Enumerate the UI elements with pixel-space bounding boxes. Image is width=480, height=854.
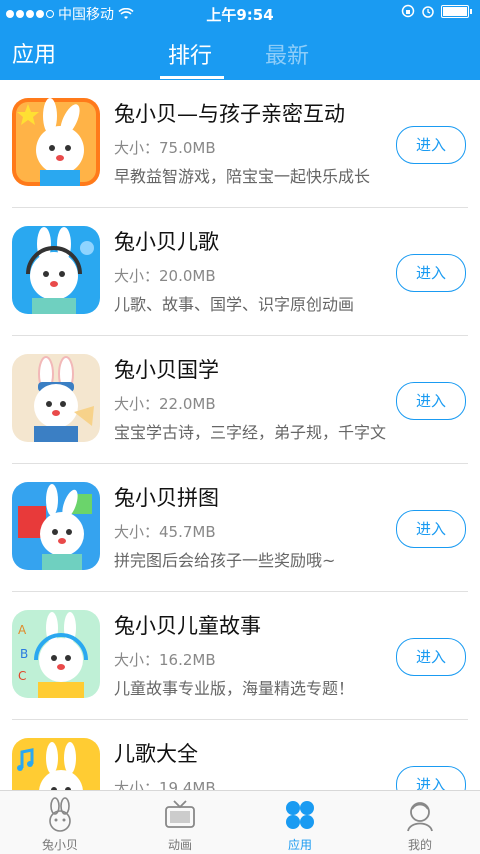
svg-text:B: B bbox=[20, 647, 28, 661]
app-size: 大小：45.7MB bbox=[114, 523, 216, 541]
active-tab-indicator bbox=[160, 76, 224, 79]
tab-label: 应用 bbox=[287, 838, 312, 852]
rabbit-story-icon: A B C bbox=[12, 610, 100, 698]
app-list[interactable]: 兔小贝—与孩子亲密互动 大小：75.0MB 早教益智游戏，陪宝宝一起快乐成长 进… bbox=[0, 80, 480, 790]
svg-text:C: C bbox=[18, 669, 26, 683]
rabbit-puzzle-icon bbox=[12, 482, 100, 570]
app-title: 儿歌大全 bbox=[114, 742, 198, 766]
rabbit-outline-icon bbox=[49, 797, 71, 832]
app-title: 兔小贝拼图 bbox=[114, 486, 219, 510]
tab-label: 动画 bbox=[167, 838, 192, 852]
app-size: 大小：22.0MB bbox=[114, 395, 216, 413]
rabbit-star-icon bbox=[12, 98, 100, 186]
tab-rank[interactable]: 排行 bbox=[168, 38, 212, 70]
rabbit-scholar-icon bbox=[12, 354, 100, 442]
app-description: 早教益智游戏，陪宝宝一起快乐成长 bbox=[114, 167, 371, 186]
rotation-lock-icon bbox=[401, 4, 415, 18]
rabbit-music-icon bbox=[12, 738, 100, 790]
apps-grid-icon bbox=[286, 801, 314, 829]
tv-icon bbox=[165, 800, 195, 828]
alarm-icon bbox=[422, 6, 434, 18]
list-item[interactable]: A B C 兔小贝儿童故事 大小：16.2MB 儿童故事专业版，海量精选专题！ … bbox=[0, 592, 480, 720]
battery-icon bbox=[441, 4, 469, 18]
tab-label: 我的 bbox=[407, 838, 432, 852]
enter-button[interactable]: 进入 bbox=[396, 510, 466, 548]
svg-text:A: A bbox=[18, 623, 27, 637]
list-item[interactable]: 兔小贝拼图 大小：45.7MB 拼完图后会给孩子一些奖励哦~ 进入 bbox=[0, 464, 480, 592]
enter-button[interactable]: 进入 bbox=[396, 126, 466, 164]
app-title: 兔小贝儿童故事 bbox=[114, 614, 261, 638]
tab-animation[interactable]: 动画 bbox=[120, 791, 240, 854]
tab-mine[interactable]: 我的 bbox=[360, 791, 480, 854]
enter-button[interactable]: 进入 bbox=[396, 254, 466, 292]
tab-label: 兔小贝 bbox=[41, 838, 78, 852]
app-description: 宝宝学古诗，三字经，弟子规，千字文 bbox=[114, 423, 386, 442]
app-description: 拼完图后会给孩子一些奖励哦~ bbox=[114, 551, 336, 570]
user-icon bbox=[407, 802, 433, 832]
enter-button[interactable]: 进入 bbox=[396, 382, 466, 420]
list-item[interactable]: 兔小贝—与孩子亲密互动 大小：75.0MB 早教益智游戏，陪宝宝一起快乐成长 进… bbox=[0, 80, 480, 208]
app-size: 大小：19.4MB bbox=[114, 779, 216, 790]
list-item[interactable]: 兔小贝儿歌 大小：20.0MB 儿歌、故事、国学、识字原创动画 进入 bbox=[0, 208, 480, 336]
app-size: 大小：16.2MB bbox=[114, 651, 216, 669]
tab-apps[interactable]: 应用 bbox=[240, 791, 360, 854]
list-item[interactable]: 兔小贝国学 大小：22.0MB 宝宝学古诗，三字经，弟子规，千字文 进入 bbox=[0, 336, 480, 464]
app-description: 儿童故事专业版，海量精选专题！ bbox=[114, 679, 355, 698]
tab-rabbit[interactable]: 兔小贝 bbox=[0, 791, 120, 854]
bottom-tab-bar: 兔小贝 动画 应用 我的 bbox=[0, 790, 480, 854]
status-bar: 中国移动 上午9:54 bbox=[0, 0, 480, 26]
enter-button[interactable]: 进入 bbox=[396, 638, 466, 676]
app-title: 兔小贝—与孩子亲密互动 bbox=[114, 102, 345, 126]
app-size: 大小：75.0MB bbox=[114, 139, 216, 157]
app-size: 大小：20.0MB bbox=[114, 267, 216, 285]
tab-newest[interactable]: 最新 bbox=[265, 38, 309, 70]
app-description: 儿歌、故事、国学、识字原创动画 bbox=[114, 295, 355, 314]
enter-button[interactable]: 进入 bbox=[396, 766, 466, 790]
app-title: 兔小贝国学 bbox=[114, 358, 219, 382]
nav-apps-label[interactable]: 应用 bbox=[12, 37, 56, 69]
rabbit-headphone-icon bbox=[12, 226, 100, 314]
app-title: 兔小贝儿歌 bbox=[114, 230, 219, 254]
list-item[interactable]: 儿歌大全 大小：19.4MB 进入 bbox=[0, 720, 480, 790]
status-right bbox=[401, 4, 472, 18]
top-header: 中国移动 上午9:54 应用 排行 最新 bbox=[0, 0, 480, 80]
